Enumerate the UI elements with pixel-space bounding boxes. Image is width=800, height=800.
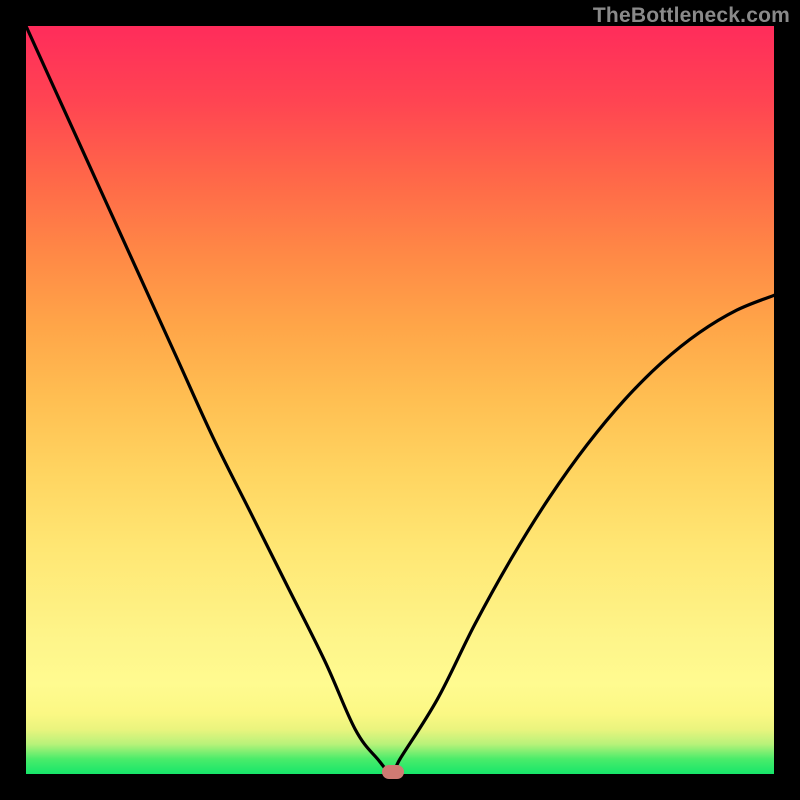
bottleneck-curve xyxy=(26,26,774,774)
plot-area xyxy=(26,26,774,774)
watermark-text: TheBottleneck.com xyxy=(593,4,790,28)
optimal-marker xyxy=(382,765,404,779)
chart-frame: TheBottleneck.com xyxy=(0,0,800,800)
